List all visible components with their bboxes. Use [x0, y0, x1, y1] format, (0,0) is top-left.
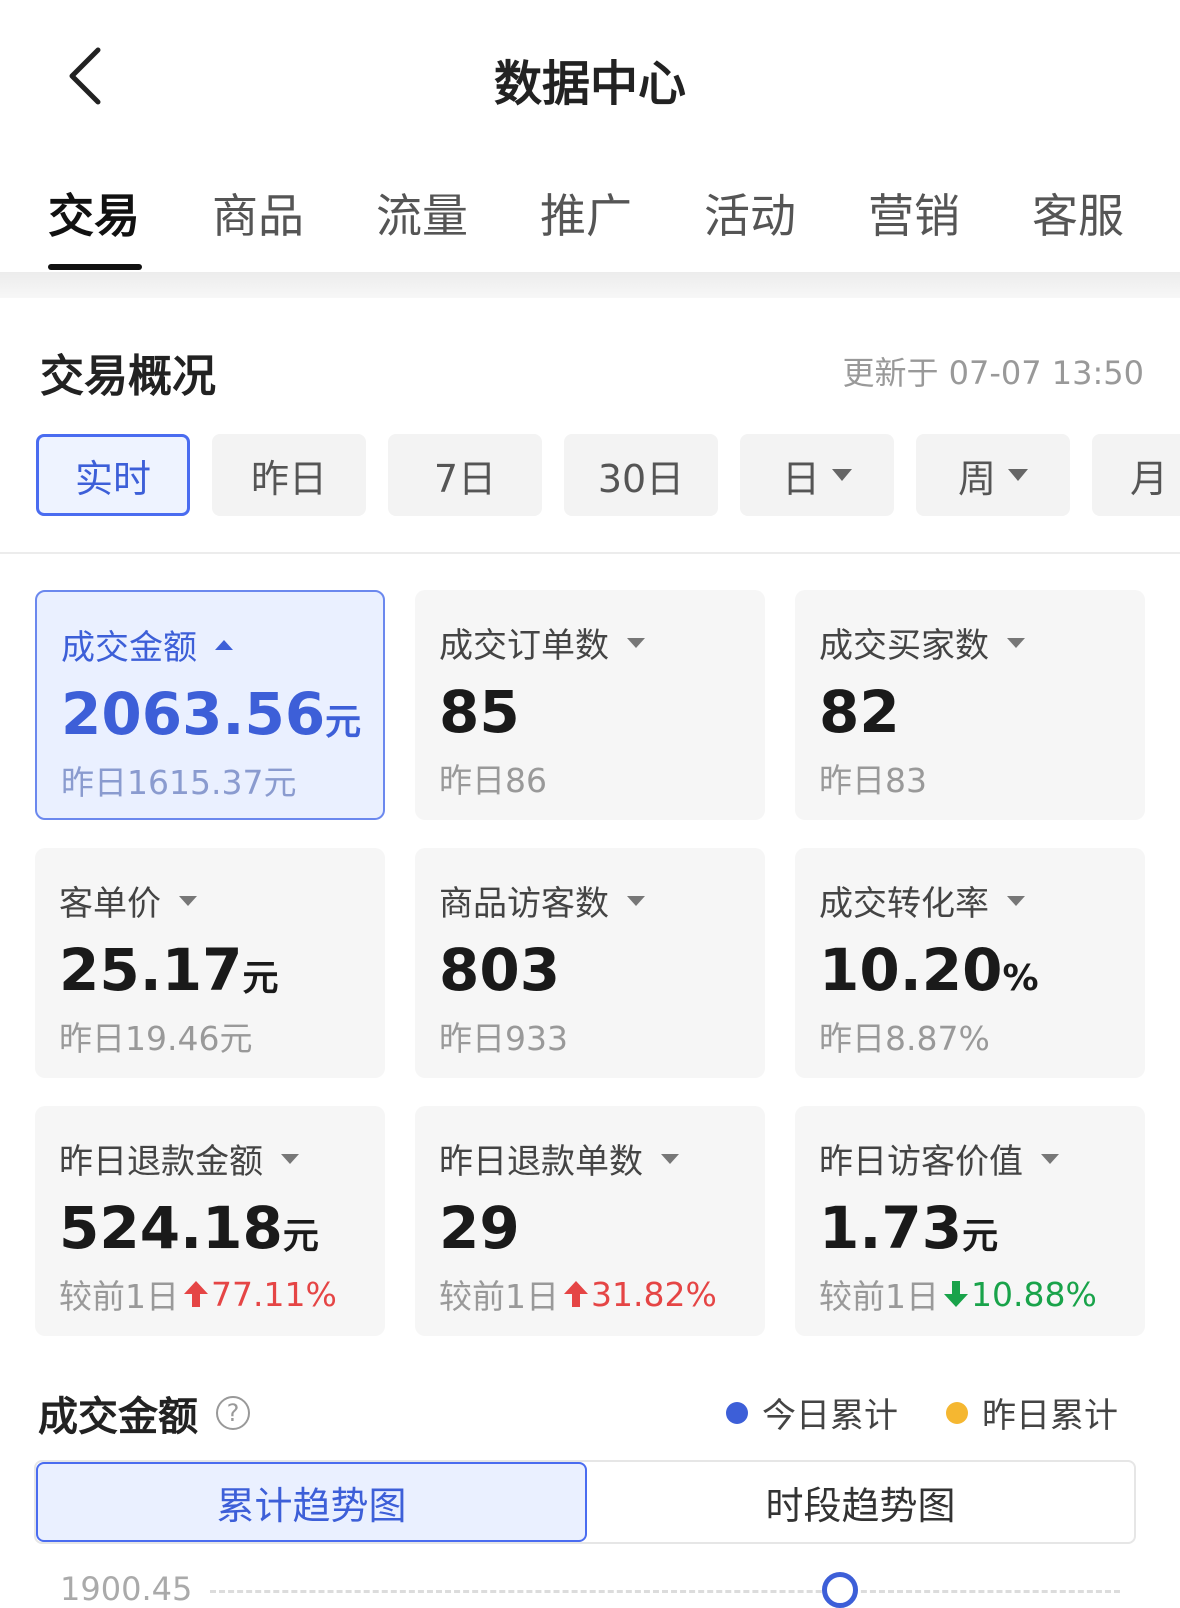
- metric-value: 803: [439, 936, 561, 1004]
- metric-label: 成交转化率: [819, 884, 989, 924]
- metric-value: 85: [439, 678, 520, 746]
- metric-card-orders[interactable]: 成交订单数 85 昨日86: [415, 590, 765, 820]
- metric-label: 客单价: [59, 884, 161, 924]
- tab-goods[interactable]: 商品: [212, 180, 304, 246]
- tab-traffic[interactable]: 流量: [376, 180, 468, 246]
- metric-label: 成交金额: [61, 628, 197, 668]
- chevron-down-icon: [1007, 637, 1025, 648]
- chevron-down-icon: [1007, 895, 1025, 906]
- data-point-marker[interactable]: [822, 1572, 858, 1608]
- overview-title: 交易概况: [40, 351, 216, 402]
- tab-promotion[interactable]: 推广: [540, 180, 632, 246]
- metric-label: 昨日访客价值: [819, 1142, 1023, 1182]
- section-divider: [0, 272, 1180, 298]
- metric-compare: 较前1日 77.11%: [59, 1274, 337, 1317]
- tab-marketing[interactable]: 营销: [868, 180, 960, 246]
- metric-value: 524.18元: [59, 1194, 319, 1262]
- y-axis-tick: 1900.45: [60, 1570, 193, 1608]
- metric-compare: 较前1日 10.88%: [819, 1274, 1097, 1317]
- metric-compare: 较前1日 31.82%: [439, 1274, 717, 1317]
- metric-label: 昨日退款金额: [59, 1142, 263, 1182]
- chevron-down-icon: [627, 895, 645, 906]
- legend-item-today[interactable]: 今日累计: [726, 1388, 898, 1437]
- metric-value: 25.17元: [59, 936, 279, 1004]
- metric-value: 82: [819, 678, 900, 746]
- metric-card-visitors[interactable]: 商品访客数 803 昨日933: [415, 848, 765, 1078]
- metric-compare: 昨日8.87%: [819, 1019, 990, 1058]
- chevron-down-icon: [1041, 1153, 1059, 1164]
- tab-customer-service[interactable]: 客服: [1032, 180, 1124, 246]
- caret-up-icon: [215, 639, 233, 650]
- metric-card-avg-order-value[interactable]: 客单价 25.17元 昨日19.46元: [35, 848, 385, 1078]
- tab-activity[interactable]: 活动: [704, 180, 796, 246]
- metric-card-buyers[interactable]: 成交买家数 82 昨日83: [795, 590, 1145, 820]
- chevron-down-icon: [1008, 469, 1028, 481]
- cumulative-trend-button[interactable]: 累计趋势图: [36, 1462, 587, 1542]
- arrow-up-icon: [184, 1281, 208, 1307]
- metric-value: 2063.56元: [61, 680, 362, 748]
- period-30days[interactable]: 30日: [564, 434, 718, 516]
- update-time: 更新于 07-07 13:50: [842, 354, 1144, 392]
- trend-chart: 1900.45: [0, 1566, 1180, 1608]
- chevron-down-icon: [179, 895, 197, 906]
- chart-legend: 今日累计 昨日累计: [678, 1388, 1118, 1437]
- metric-compare: 昨日19.46元: [59, 1019, 253, 1058]
- legend-dot-icon: [726, 1401, 748, 1424]
- metric-card-visitor-value[interactable]: 昨日访客价值 1.73元 较前1日 10.88%: [795, 1106, 1145, 1336]
- chevron-down-icon: [661, 1153, 679, 1164]
- hourly-trend-button[interactable]: 时段趋势图: [587, 1462, 1134, 1542]
- legend-item-yesterday[interactable]: 昨日累计: [946, 1388, 1118, 1437]
- metric-value: 10.20%: [819, 936, 1039, 1004]
- period-day-dropdown[interactable]: 日: [740, 434, 894, 516]
- period-realtime[interactable]: 实时: [36, 434, 190, 516]
- metric-label: 成交买家数: [819, 626, 989, 666]
- period-7days[interactable]: 7日: [388, 434, 542, 516]
- active-tab-indicator: [48, 264, 142, 270]
- metric-card-refund-amount[interactable]: 昨日退款金额 524.18元 较前1日 77.11%: [35, 1106, 385, 1336]
- chevron-down-icon: [832, 469, 852, 481]
- metric-label: 成交订单数: [439, 626, 609, 666]
- metric-compare: 昨日1615.37元: [61, 763, 297, 802]
- period-month-dropdown[interactable]: 月: [1092, 434, 1180, 516]
- metric-compare: 昨日933: [439, 1019, 568, 1058]
- metric-compare: 昨日83: [819, 761, 927, 800]
- chevron-down-icon: [281, 1153, 299, 1164]
- metric-value: 1.73元: [819, 1194, 999, 1262]
- period-week-dropdown[interactable]: 周: [916, 434, 1070, 516]
- page-title: 数据中心: [493, 56, 686, 112]
- legend-dot-icon: [946, 1401, 968, 1424]
- metric-compare: 昨日86: [439, 761, 547, 800]
- metric-card-refund-orders[interactable]: 昨日退款单数 29 较前1日 31.82%: [415, 1106, 765, 1336]
- metric-label: 商品访客数: [439, 884, 609, 924]
- top-nav-bar: 数据中心: [0, 0, 1180, 150]
- chart-title: 成交金额 ?: [38, 1384, 250, 1442]
- divider: [0, 552, 1180, 554]
- metric-label: 昨日退款单数: [439, 1142, 643, 1182]
- grid-line: [210, 1590, 1120, 1593]
- trend-type-switch: 累计趋势图 时段趋势图: [34, 1460, 1136, 1544]
- metric-card-conversion-rate[interactable]: 成交转化率 10.20% 昨日8.87%: [795, 848, 1145, 1078]
- help-icon[interactable]: ?: [216, 1396, 250, 1430]
- metric-card-gmv[interactable]: 成交金额 2063.56元 昨日1615.37元: [35, 590, 385, 820]
- tab-trade[interactable]: 交易: [48, 180, 140, 246]
- period-selector: 实时 昨日 7日 30日 日 周 月: [0, 434, 1180, 518]
- chevron-down-icon: [627, 637, 645, 648]
- arrow-up-icon: [564, 1281, 588, 1307]
- metric-value: 29: [439, 1194, 520, 1262]
- category-tabs: 交易 商品 流量 推广 活动 营销 客服: [0, 160, 1180, 272]
- period-yesterday[interactable]: 昨日: [212, 434, 366, 516]
- arrow-down-icon: [944, 1281, 968, 1307]
